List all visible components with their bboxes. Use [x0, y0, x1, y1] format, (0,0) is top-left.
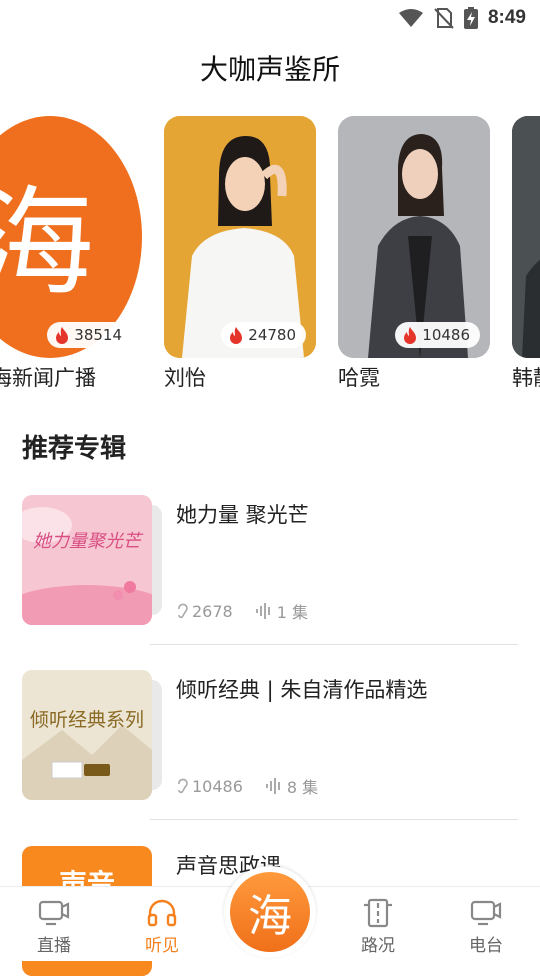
flame-icon — [56, 326, 69, 344]
tab-listen[interactable]: 听见 — [117, 887, 207, 961]
audio-wave-icon — [265, 778, 280, 794]
album-episodes: 1 集 — [276, 603, 308, 622]
album-item[interactable]: 倾听经典系列 倾听经典 | 朱自清作品精选 10486 8 集 — [22, 670, 522, 800]
no-sim-icon — [434, 8, 454, 29]
album-plays: 2678 — [192, 601, 233, 621]
status-time: 8:49 — [487, 7, 526, 28]
listen-count: 38514 — [74, 326, 122, 344]
flame-icon — [404, 326, 417, 344]
album-cover-image: 倾听经典系列 — [22, 670, 152, 800]
status-bar: 8:49 — [0, 0, 540, 36]
listen-count: 24780 — [248, 326, 296, 344]
ear-icon — [178, 778, 188, 794]
listen-count-badge: 10486 — [395, 322, 480, 348]
tab-label: 电台 — [469, 936, 503, 956]
center-logo: 海 — [230, 872, 310, 952]
battery-charging-icon — [463, 7, 478, 29]
host-photo — [512, 116, 540, 358]
center-home-button[interactable]: 海 — [224, 866, 316, 958]
host-card[interactable]: 24780 刘怡 — [164, 116, 316, 390]
album-meta: 10486 8 集 — [176, 774, 340, 798]
host-name: 刘怡 — [164, 366, 206, 390]
album-meta: 2678 1 集 — [176, 599, 330, 623]
host-name: 哈霓 — [338, 366, 380, 390]
host-avatar: 海 38514 — [0, 116, 142, 358]
svg-text:海: 海 — [0, 174, 94, 312]
album-title: 她力量 聚光芒 — [176, 503, 309, 527]
section-title: 推荐专辑 — [22, 434, 127, 464]
page-title: 大咖声鉴所 — [199, 53, 340, 86]
tab-live[interactable]: 直播 — [9, 887, 99, 961]
divider — [150, 819, 518, 820]
host-card[interactable]: 海 38514 上海新闻广播 — [0, 116, 142, 390]
host-name: 上海新闻广播 — [0, 366, 96, 390]
host-card[interactable]: 10486 哈霓 — [338, 116, 490, 390]
album-plays: 10486 — [192, 776, 243, 796]
tab-radio[interactable]: 电台 — [441, 887, 531, 961]
album-episodes: 8 集 — [286, 778, 319, 797]
listen-count-badge: 24780 — [221, 322, 306, 348]
tab-label: 直播 — [37, 936, 71, 956]
listen-count-badge: 38514 — [47, 322, 132, 348]
divider — [150, 644, 518, 645]
host-avatar: 10486 — [338, 116, 490, 358]
audio-wave-icon — [255, 603, 270, 619]
album-cover: 她力量聚光芒 — [22, 495, 162, 625]
tab-label: 路况 — [361, 936, 395, 956]
host-avatar: 24780 — [164, 116, 316, 358]
host-card[interactable]: 韩静 — [512, 116, 540, 390]
tab-label: 听见 — [145, 936, 179, 956]
status-icons: 8:49 — [398, 6, 526, 30]
ear-icon — [178, 603, 188, 619]
headphones-icon — [147, 899, 177, 927]
radio-icon — [470, 900, 502, 926]
flame-icon — [230, 326, 243, 344]
hai-logo-icon: 海 — [248, 891, 292, 942]
album-cover-text: 倾听经典系列 — [30, 709, 144, 731]
wifi-icon — [398, 9, 423, 27]
traffic-icon — [364, 898, 392, 928]
album-cover: 倾听经典系列 — [22, 670, 162, 800]
listen-count: 10486 — [422, 326, 470, 344]
album-item[interactable]: 她力量聚光芒 她力量 聚光芒 2678 1 集 — [22, 495, 522, 625]
host-avatar — [512, 116, 540, 358]
album-cover-image: 她力量聚光芒 — [22, 495, 152, 625]
host-carousel[interactable]: 海 38514 上海新闻广播 — [0, 116, 540, 396]
tab-traffic[interactable]: 路况 — [333, 887, 423, 961]
album-cover-text: 她力量聚光芒 — [33, 531, 144, 552]
host-name: 韩静 — [512, 366, 540, 390]
tv-icon — [38, 900, 70, 926]
album-title: 倾听经典 | 朱自清作品精选 — [176, 678, 428, 702]
